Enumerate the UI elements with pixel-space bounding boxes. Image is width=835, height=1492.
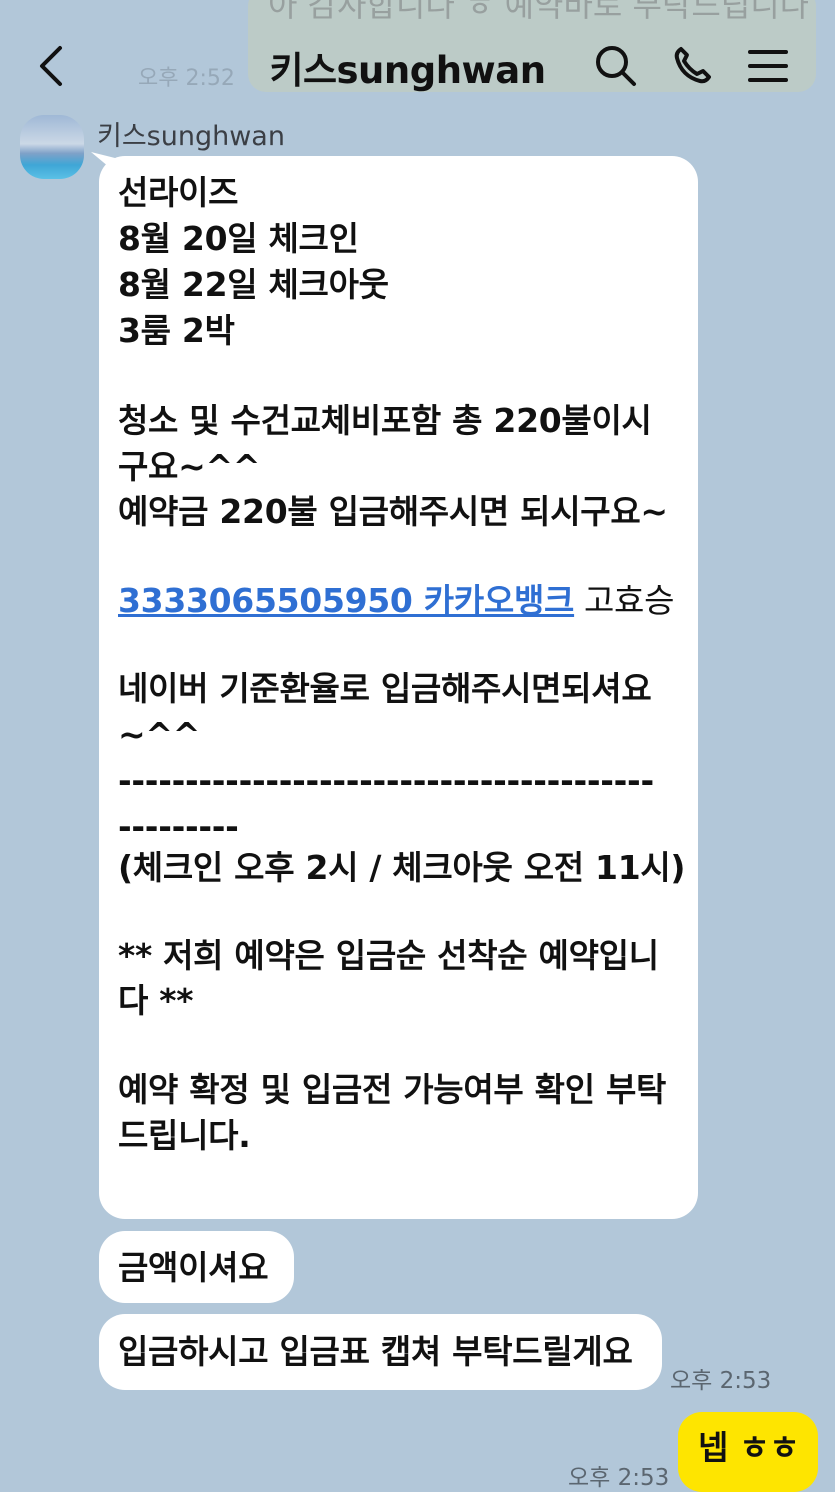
message-line: 네이버 기준환율로 입금해주시면되셔요 (118, 669, 652, 708)
message-line: 8월 20일 체크인 (118, 219, 359, 258)
message-line: (체크인 오후 2시 / 체크아웃 오전 11시) (118, 848, 686, 887)
call-button[interactable] (664, 38, 720, 94)
my-message-time: 오후 2:53 (568, 1465, 670, 1491)
message-line: 3룸 2박 (118, 311, 235, 350)
search-icon (596, 46, 636, 86)
message-line: 다 ** (118, 981, 194, 1020)
menu-button[interactable] (740, 38, 796, 94)
message-line: 8월 22일 체크아웃 (118, 265, 389, 304)
message-line: 청소 및 수건교체비포함 총 220불이시 (118, 401, 652, 440)
message-line: 예약 확정 및 입금전 가능여부 확인 부탁 (118, 1070, 667, 1109)
my-message-text: 넵 ㅎㅎ (698, 1428, 800, 1467)
phone-icon (674, 47, 711, 84)
chat-title: 키스sunghwan (269, 49, 546, 92)
sender-avatar[interactable] (20, 115, 84, 179)
chat-header: 키스sunghwan (0, 0, 835, 120)
message-line: 예약금 220불 입금해주시면 되시구요~ (118, 492, 668, 531)
message-divider: --------- (118, 807, 239, 846)
chevron-left-icon (40, 46, 62, 86)
message-text-amount: 금액이셔요 (118, 1248, 269, 1287)
search-button[interactable] (588, 38, 644, 94)
message-time: 오후 2:53 (670, 1368, 772, 1394)
menu-icon (748, 50, 788, 82)
sender-name: 키스sunghwan (97, 121, 285, 152)
message-divider: ---------------------------------------- (118, 761, 654, 800)
message-line: ** 저희 예약은 입금순 선착순 예약입니 (118, 936, 659, 975)
back-button[interactable] (24, 38, 80, 94)
message-line: ~^^ (118, 715, 201, 754)
message-text-capture-request: 입금하시고 입금표 캡쳐 부탁드릴게요 (118, 1332, 633, 1371)
message-line: 구요~^^ (118, 447, 261, 486)
message-line: 드립니다. (118, 1116, 251, 1155)
message-line: 선라이즈 (118, 173, 239, 212)
account-number-link[interactable]: 3333065505950 카카오뱅크 (118, 578, 574, 624)
account-holder-name: 고효승 (584, 581, 675, 620)
